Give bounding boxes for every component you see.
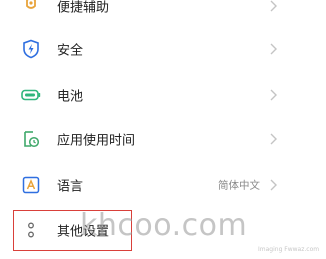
watermark: khcoo.com — [80, 208, 248, 243]
settings-item-security[interactable]: 安全 — [0, 27, 326, 71]
chevron-right-icon — [270, 0, 277, 12]
settings-item-value: 简体中文 — [218, 179, 260, 192]
chevron-right-icon — [270, 89, 277, 101]
shield-icon — [20, 38, 42, 60]
settings-item-label: 电池 — [57, 89, 84, 105]
language-icon — [20, 174, 42, 196]
accessibility-icon — [20, 0, 42, 17]
settings-item-language[interactable]: 语言 简体中文 — [0, 163, 326, 207]
settings-item-battery[interactable]: 电池 — [0, 73, 326, 117]
battery-icon — [20, 84, 42, 106]
chevron-right-icon — [270, 43, 277, 55]
chevron-right-icon — [270, 133, 277, 145]
chevron-right-icon — [270, 179, 277, 191]
more-settings-icon — [20, 219, 42, 241]
settings-item-label: 应用使用时间 — [57, 133, 136, 149]
settings-item-screen-time[interactable]: 应用使用时间 — [0, 117, 326, 161]
settings-item-label: 安全 — [57, 43, 84, 59]
settings-screen: 便捷辅助 安全 电池 应用使用时间 语言 简体中文 其他设置 khcoo.com… — [0, 0, 326, 259]
settings-item-accessibility[interactable]: 便捷辅助 — [0, 0, 326, 28]
watermark-small: Imaging Fwwaz.com — [258, 246, 320, 253]
screen-time-icon — [20, 128, 42, 150]
settings-item-label: 语言 — [57, 179, 84, 195]
settings-item-label: 便捷辅助 — [57, 0, 110, 16]
